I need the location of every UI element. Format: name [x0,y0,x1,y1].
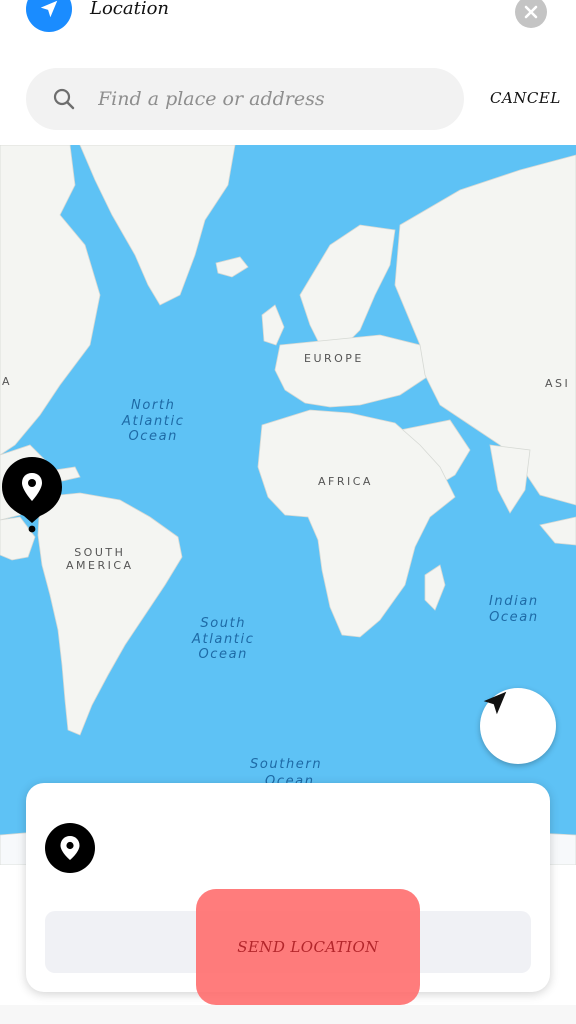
search-icon [53,88,75,110]
map-pin-icon[interactable] [0,455,64,533]
label-indian-ocean: Indian Ocean [489,594,539,625]
locate-arrow-icon [483,691,507,715]
label-southern-ocean: Southern [250,757,323,772]
cancel-button[interactable]: CANCEL [490,89,561,107]
send-location-button[interactable]: SEND LOCATION [196,889,420,1005]
page-title: Location [90,0,170,19]
label-europe: EUROPE [304,352,364,365]
search-bar[interactable] [26,68,464,130]
world-map[interactable]: EUROPE ASI A AFRICA SOUTH AMERICA North … [0,145,576,865]
label-north-atlantic: North Atlantic Ocean [122,398,185,445]
header: Location CANCEL [0,0,576,145]
close-button[interactable] [515,0,547,28]
label-americas: A [2,375,13,388]
search-input[interactable] [96,87,430,111]
label-africa: AFRICA [318,475,373,488]
bottom-strip [0,1005,576,1024]
map-pin-icon [45,823,95,873]
label-south-america: SOUTH AMERICA [66,546,134,573]
label-asia: ASI [545,377,571,390]
navigation-arrow-icon [26,0,72,32]
label-south-atlantic: South Atlantic Ocean [192,616,255,663]
close-icon [524,5,538,19]
locate-me-button[interactable] [480,688,556,764]
